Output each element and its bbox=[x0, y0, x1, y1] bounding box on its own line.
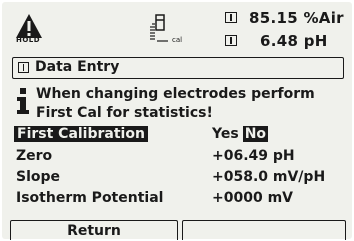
info-message-line-1: When changing electrodes perform bbox=[36, 86, 315, 102]
return-softkey[interactable]: Return bbox=[10, 220, 178, 240]
device-screen: HOLD cal 85.15 %Air 6.48 pH Data Entry W… bbox=[2, 2, 352, 240]
channel-1-icon bbox=[225, 12, 237, 23]
return-label: Return bbox=[67, 223, 121, 239]
hold-label: HOLD bbox=[16, 36, 41, 44]
reading-ph: 6.48 pH bbox=[260, 32, 328, 50]
channel-2-icon bbox=[225, 35, 237, 46]
isotherm-potential-value[interactable]: +0000 mV bbox=[212, 190, 293, 206]
option-yes[interactable]: Yes bbox=[212, 126, 239, 142]
info-message-line-2: First Cal for statistics! bbox=[36, 105, 213, 121]
reading-oxygen: 85.15 %Air bbox=[249, 9, 344, 27]
menu-title-bar: Data Entry bbox=[12, 57, 344, 79]
first-calibration-selector[interactable]: Yes No bbox=[212, 126, 269, 142]
slope-value[interactable]: +058.0 mV/pH bbox=[212, 169, 325, 185]
option-no[interactable]: No bbox=[242, 126, 269, 142]
menu-icon bbox=[18, 62, 29, 73]
zero-label: Zero bbox=[16, 148, 53, 164]
zero-value[interactable]: +06.49 pH bbox=[212, 148, 295, 164]
cal-label: cal bbox=[172, 36, 183, 44]
menu-title: Data Entry bbox=[35, 59, 120, 75]
slope-label: Slope bbox=[16, 169, 61, 185]
right-softkey[interactable] bbox=[182, 220, 346, 240]
info-icon bbox=[17, 88, 29, 114]
first-calibration-label[interactable]: First Calibration bbox=[14, 126, 148, 142]
isotherm-potential-label: Isotherm Potential bbox=[16, 190, 164, 206]
